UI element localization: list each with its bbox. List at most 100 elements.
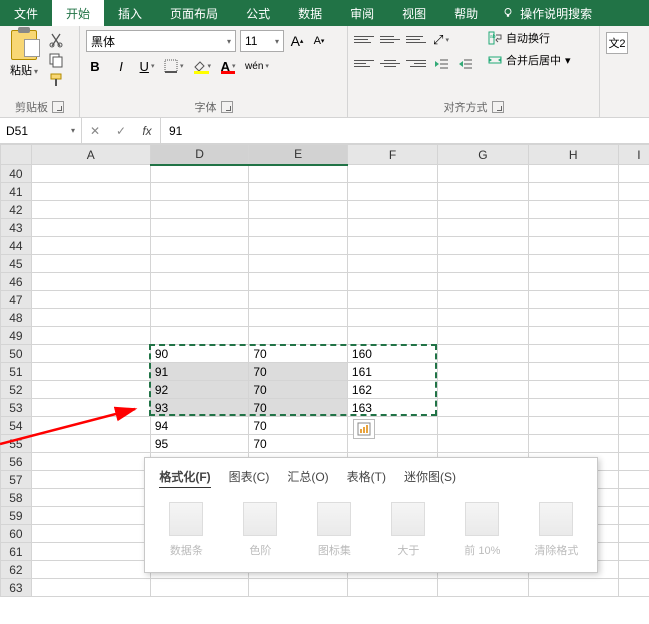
cell-H54[interactable] (528, 417, 618, 435)
tab-insert[interactable]: 插入 (104, 0, 156, 26)
col-header-F[interactable]: F (347, 145, 437, 165)
col-header-G[interactable]: G (438, 145, 528, 165)
increase-font-button[interactable]: A▴ (288, 31, 306, 51)
cell-G48[interactable] (438, 309, 528, 327)
row-header-60[interactable]: 60 (1, 525, 32, 543)
qa-tab-tables[interactable]: 表格(T) (347, 468, 386, 488)
row-header-58[interactable]: 58 (1, 489, 32, 507)
cell-H49[interactable] (528, 327, 618, 345)
align-middle-button[interactable] (380, 30, 400, 48)
orientation-button[interactable]: ⤢▾ (432, 30, 450, 50)
cell-G51[interactable] (438, 363, 528, 381)
row-header-52[interactable]: 52 (1, 381, 32, 399)
cell-E47[interactable] (249, 291, 348, 309)
row-header-55[interactable]: 55 (1, 435, 32, 453)
cell-G45[interactable] (438, 255, 528, 273)
cell-H63[interactable] (528, 579, 618, 597)
cell-G63[interactable] (438, 579, 528, 597)
row-header-43[interactable]: 43 (1, 219, 32, 237)
col-header-H[interactable]: H (528, 145, 618, 165)
wrap-text-button[interactable]: ab 自动换行 (488, 30, 571, 46)
clipboard-dialog-launcher[interactable] (52, 101, 64, 113)
cell-I59[interactable] (618, 507, 649, 525)
format-painter-icon[interactable] (48, 72, 64, 88)
cell-A44[interactable] (31, 237, 150, 255)
cell-F41[interactable] (347, 183, 437, 201)
name-box[interactable]: D51▾ (0, 118, 82, 143)
cell-A48[interactable] (31, 309, 150, 327)
border-button[interactable]: ▾ (164, 56, 184, 76)
cell-I50[interactable] (618, 345, 649, 363)
cell-A43[interactable] (31, 219, 150, 237)
row-header-46[interactable]: 46 (1, 273, 32, 291)
tab-home[interactable]: 开始 (52, 0, 104, 26)
cell-F63[interactable] (347, 579, 437, 597)
row-header-61[interactable]: 61 (1, 543, 32, 561)
cell-H50[interactable] (528, 345, 618, 363)
cell-A49[interactable] (31, 327, 150, 345)
cell-A46[interactable] (31, 273, 150, 291)
cell-I44[interactable] (618, 237, 649, 255)
cell-A50[interactable] (31, 345, 150, 363)
cell-I54[interactable] (618, 417, 649, 435)
row-header-53[interactable]: 53 (1, 399, 32, 417)
cell-F46[interactable] (347, 273, 437, 291)
font-name-combo[interactable]: 黑体▾ (86, 30, 236, 52)
cell-A61[interactable] (31, 543, 150, 561)
cell-H48[interactable] (528, 309, 618, 327)
cell-D42[interactable] (150, 201, 249, 219)
cell-E40[interactable] (249, 165, 348, 183)
cell-G53[interactable] (438, 399, 528, 417)
cell-I41[interactable] (618, 183, 649, 201)
cell-D43[interactable] (150, 219, 249, 237)
cell-D47[interactable] (150, 291, 249, 309)
row-header-62[interactable]: 62 (1, 561, 32, 579)
copy-icon[interactable] (48, 52, 64, 68)
row-header-45[interactable]: 45 (1, 255, 32, 273)
row-header-56[interactable]: 56 (1, 453, 32, 471)
cell-A59[interactable] (31, 507, 150, 525)
cell-E54[interactable]: 70 (249, 417, 348, 435)
align-top-button[interactable] (354, 30, 374, 48)
tab-formulas[interactable]: 公式 (232, 0, 284, 26)
cell-F53[interactable]: 163 (347, 399, 437, 417)
cell-A54[interactable] (31, 417, 150, 435)
row-header-44[interactable]: 44 (1, 237, 32, 255)
font-size-combo[interactable]: 11▾ (240, 30, 284, 52)
cell-E42[interactable] (249, 201, 348, 219)
cell-G50[interactable] (438, 345, 528, 363)
cell-A41[interactable] (31, 183, 150, 201)
cell-E43[interactable] (249, 219, 348, 237)
cell-I63[interactable] (618, 579, 649, 597)
cell-F49[interactable] (347, 327, 437, 345)
cell-I51[interactable] (618, 363, 649, 381)
cell-I52[interactable] (618, 381, 649, 399)
cell-D49[interactable] (150, 327, 249, 345)
bold-button[interactable]: B (86, 56, 104, 76)
cell-E46[interactable] (249, 273, 348, 291)
qa-tab-formatting[interactable]: 格式化(F) (159, 468, 210, 488)
number-format-combo[interactable]: 文2 (606, 32, 628, 54)
row-header-50[interactable]: 50 (1, 345, 32, 363)
cell-I60[interactable] (618, 525, 649, 543)
cell-H43[interactable] (528, 219, 618, 237)
cell-H45[interactable] (528, 255, 618, 273)
cell-E63[interactable] (249, 579, 348, 597)
cell-G47[interactable] (438, 291, 528, 309)
cell-I42[interactable] (618, 201, 649, 219)
align-right-button[interactable] (406, 54, 426, 72)
cell-H41[interactable] (528, 183, 618, 201)
col-header-I[interactable]: I (618, 145, 649, 165)
cell-H42[interactable] (528, 201, 618, 219)
cell-F42[interactable] (347, 201, 437, 219)
cell-F40[interactable] (347, 165, 437, 183)
cell-A56[interactable] (31, 453, 150, 471)
cell-A52[interactable] (31, 381, 150, 399)
cell-I43[interactable] (618, 219, 649, 237)
cell-H47[interactable] (528, 291, 618, 309)
row-header-47[interactable]: 47 (1, 291, 32, 309)
align-bottom-button[interactable] (406, 30, 426, 48)
row-header-49[interactable]: 49 (1, 327, 32, 345)
italic-button[interactable]: I (112, 56, 130, 76)
cell-D50[interactable]: 90 (150, 345, 249, 363)
